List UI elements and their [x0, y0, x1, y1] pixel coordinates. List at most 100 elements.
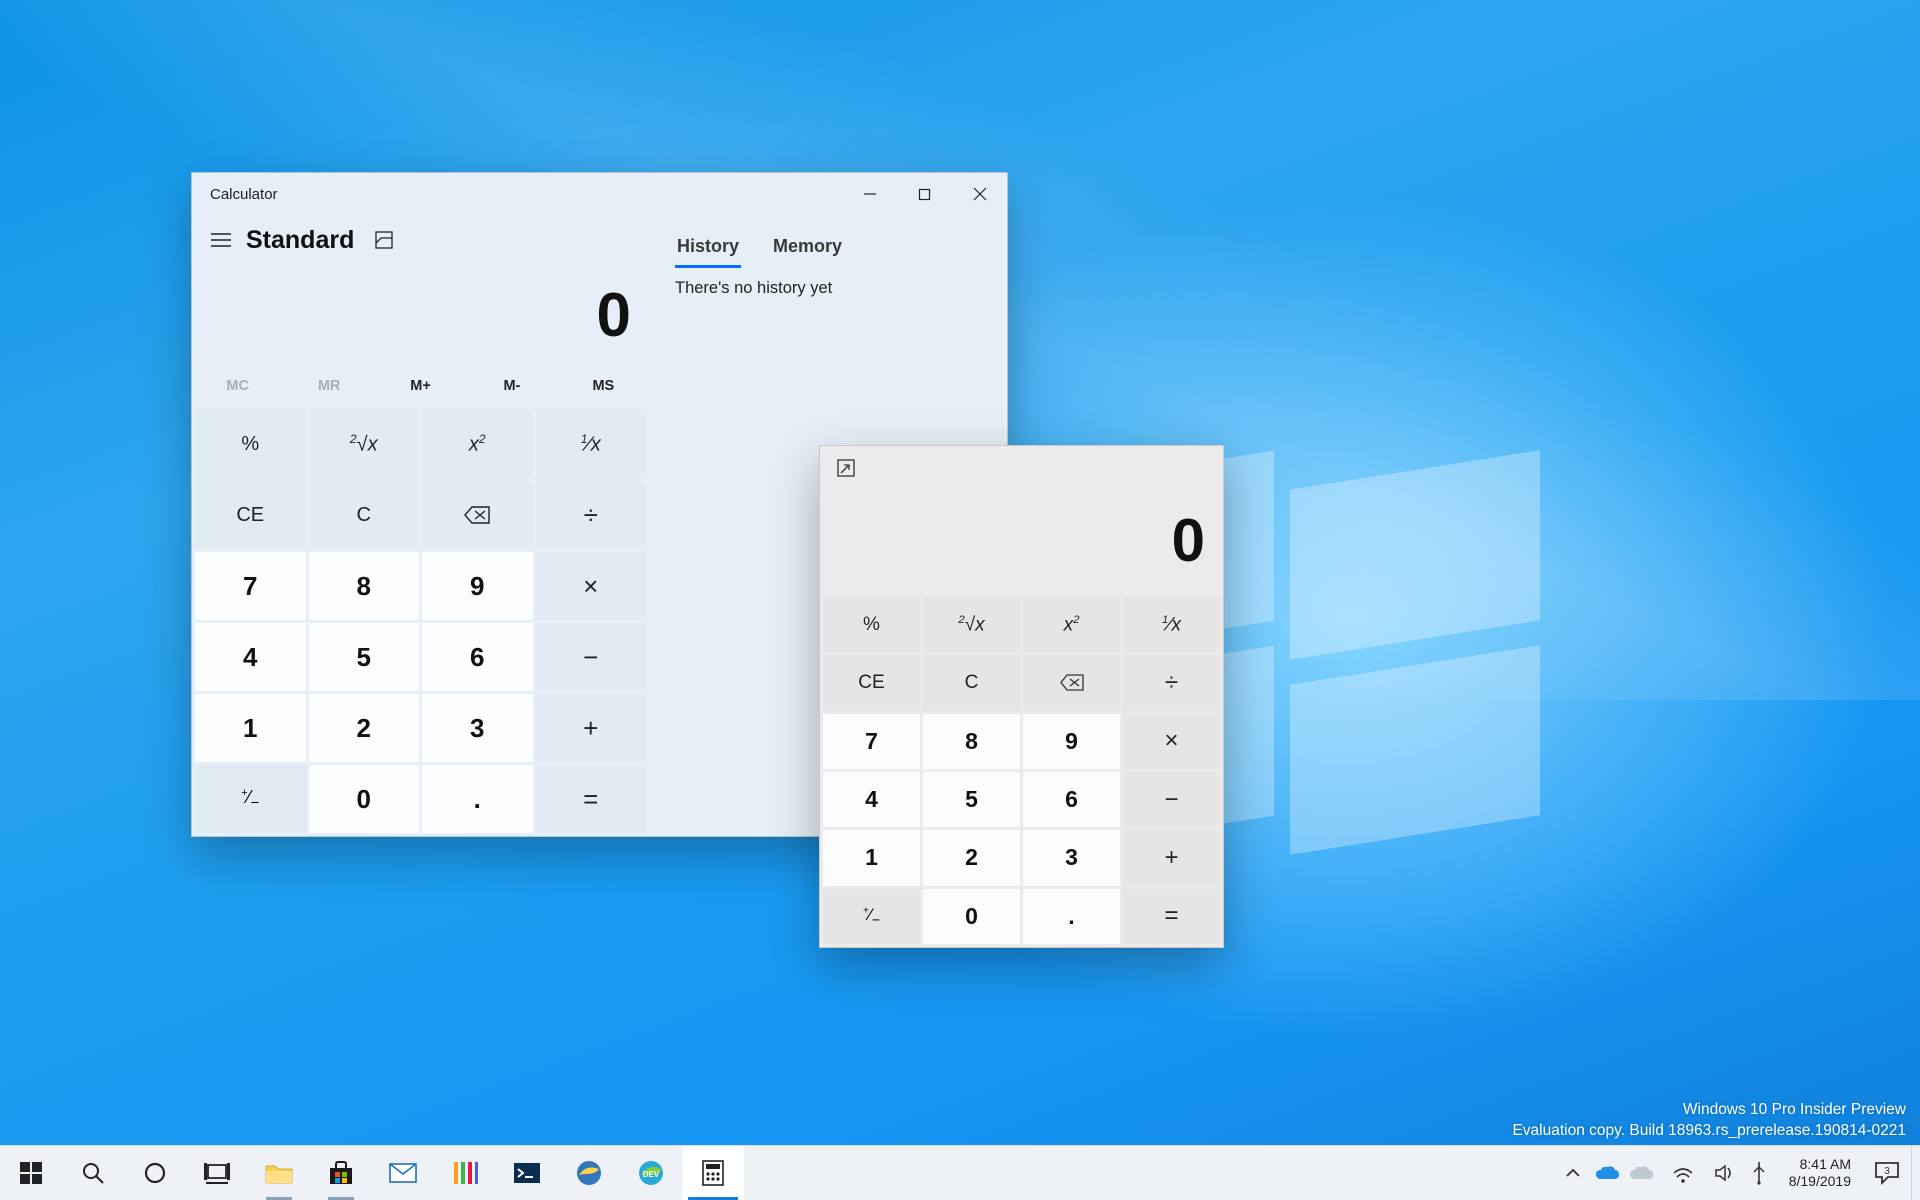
edge-dev-icon: DEV: [638, 1160, 664, 1186]
show-desktop-button[interactable]: [1911, 1146, 1920, 1200]
compact-key-6[interactable]: 6: [1023, 772, 1120, 827]
maximize-button[interactable]: [897, 173, 952, 215]
tray-usb-icon[interactable]: [1745, 1146, 1773, 1200]
compact-clear-button[interactable]: C: [923, 655, 1020, 710]
usb-icon: [1751, 1162, 1767, 1184]
compact-key-3[interactable]: 3: [1023, 830, 1120, 885]
key-6[interactable]: 6: [422, 623, 533, 691]
compact-divide-button[interactable]: ÷: [1123, 655, 1220, 710]
key-7[interactable]: 7: [195, 552, 306, 620]
compact-key-9[interactable]: 9: [1023, 714, 1120, 769]
keypad: % 2√x x2 1⁄x CE C ÷ 7 8 9 × 4 5: [192, 407, 649, 836]
memory-store-button[interactable]: MS: [558, 365, 649, 407]
compact-subtract-button[interactable]: −: [1123, 772, 1220, 827]
network-icon: [1672, 1163, 1694, 1183]
key-5[interactable]: 5: [309, 623, 420, 691]
compact-decimal-button[interactable]: .: [1023, 889, 1120, 944]
memory-tab[interactable]: Memory: [771, 228, 844, 265]
tray-cloud-icon[interactable]: [1627, 1146, 1655, 1200]
cortana-button[interactable]: [124, 1146, 186, 1200]
taskbar: DEV 8:41 AM 8/19/2019 3: [0, 1145, 1920, 1200]
backspace-button[interactable]: [422, 481, 533, 549]
key-2[interactable]: 2: [309, 694, 420, 762]
display-value: 0: [597, 280, 631, 351]
compact-backspace-button[interactable]: [1023, 655, 1120, 710]
taskbar-clock[interactable]: 8:41 AM 8/19/2019: [1777, 1146, 1863, 1200]
memory-minus-button[interactable]: M-: [466, 365, 557, 407]
notification-icon: 3: [1874, 1161, 1900, 1185]
percent-button[interactable]: %: [195, 410, 306, 478]
compact-square-button[interactable]: x2: [1023, 597, 1120, 652]
memory-row: MC MR M+ M- MS: [192, 365, 649, 407]
subtract-button[interactable]: −: [536, 623, 647, 691]
key-4[interactable]: 4: [195, 623, 306, 691]
search-icon: [81, 1161, 105, 1185]
stripes-icon: [452, 1160, 478, 1186]
compact-multiply-button[interactable]: ×: [1123, 714, 1220, 769]
decimal-button[interactable]: .: [422, 765, 533, 833]
compact-clear-entry-button[interactable]: CE: [823, 655, 920, 710]
clear-entry-button[interactable]: CE: [195, 481, 306, 549]
display: 0: [192, 265, 649, 365]
equals-button[interactable]: =: [536, 765, 647, 833]
compact-key-4[interactable]: 4: [823, 772, 920, 827]
hamburger-menu-button[interactable]: [198, 217, 244, 263]
compact-display-value: 0: [1172, 506, 1205, 575]
key-0[interactable]: 0: [309, 765, 420, 833]
taskbar-empty-area[interactable]: [744, 1146, 1555, 1200]
start-button[interactable]: [0, 1146, 62, 1200]
taskbar-file-explorer[interactable]: [248, 1146, 310, 1200]
key-1[interactable]: 1: [195, 694, 306, 762]
compact-reciprocal-button[interactable]: 1⁄x: [1123, 597, 1220, 652]
exit-compact-button[interactable]: [828, 450, 864, 486]
titlebar[interactable]: Calculator: [192, 173, 1007, 215]
tray-onedrive-icon[interactable]: [1593, 1146, 1621, 1200]
compact-equals-button[interactable]: =: [1123, 889, 1220, 944]
history-tab[interactable]: History: [675, 228, 741, 265]
key-8[interactable]: 8: [309, 552, 420, 620]
square-button[interactable]: x2: [422, 410, 533, 478]
compact-key-5[interactable]: 5: [923, 772, 1020, 827]
taskbar-mail[interactable]: [372, 1146, 434, 1200]
reciprocal-button[interactable]: 1⁄x: [536, 410, 647, 478]
add-button[interactable]: +: [536, 694, 647, 762]
multiply-button[interactable]: ×: [536, 552, 647, 620]
compact-negate-button[interactable]: +⁄−: [823, 889, 920, 944]
tray-volume-icon[interactable]: [1711, 1146, 1739, 1200]
compact-key-1[interactable]: 1: [823, 830, 920, 885]
divide-button[interactable]: ÷: [536, 481, 647, 549]
task-view-icon: [204, 1163, 230, 1183]
search-button[interactable]: [62, 1146, 124, 1200]
tray-chevron-button[interactable]: [1559, 1146, 1587, 1200]
action-center-button[interactable]: 3: [1863, 1146, 1911, 1200]
close-button[interactable]: [952, 173, 1007, 215]
compact-key-7[interactable]: 7: [823, 714, 920, 769]
taskbar-edge-dev[interactable]: DEV: [620, 1146, 682, 1200]
clear-button[interactable]: C: [309, 481, 420, 549]
compact-square-root-button[interactable]: 2√x: [923, 597, 1020, 652]
mail-icon: [389, 1163, 417, 1183]
keep-on-top-button[interactable]: [366, 222, 402, 258]
key-9[interactable]: 9: [422, 552, 533, 620]
cloud-outline-icon: [1629, 1165, 1653, 1181]
compact-key-8[interactable]: 8: [923, 714, 1020, 769]
minimize-button[interactable]: [842, 173, 897, 215]
taskbar-calculator[interactable]: [682, 1146, 744, 1200]
taskbar-microsoft-store[interactable]: [310, 1146, 372, 1200]
square-root-button[interactable]: 2√x: [309, 410, 420, 478]
key-3[interactable]: 3: [422, 694, 533, 762]
task-view-button[interactable]: [186, 1146, 248, 1200]
svg-text:DEV: DEV: [643, 1170, 660, 1179]
negate-button[interactable]: +⁄−: [195, 765, 306, 833]
compact-key-0[interactable]: 0: [923, 889, 1020, 944]
taskbar-app-1[interactable]: [434, 1146, 496, 1200]
memory-plus-button[interactable]: M+: [375, 365, 466, 407]
taskbar-terminal[interactable]: [496, 1146, 558, 1200]
compact-add-button[interactable]: +: [1123, 830, 1220, 885]
desktop: Calculator Standard: [0, 0, 1920, 1200]
compact-percent-button[interactable]: %: [823, 597, 920, 652]
compact-key-2[interactable]: 2: [923, 830, 1020, 885]
mode-title: Standard: [246, 226, 354, 255]
tray-network-icon[interactable]: [1661, 1146, 1705, 1200]
taskbar-edge-legacy[interactable]: [558, 1146, 620, 1200]
